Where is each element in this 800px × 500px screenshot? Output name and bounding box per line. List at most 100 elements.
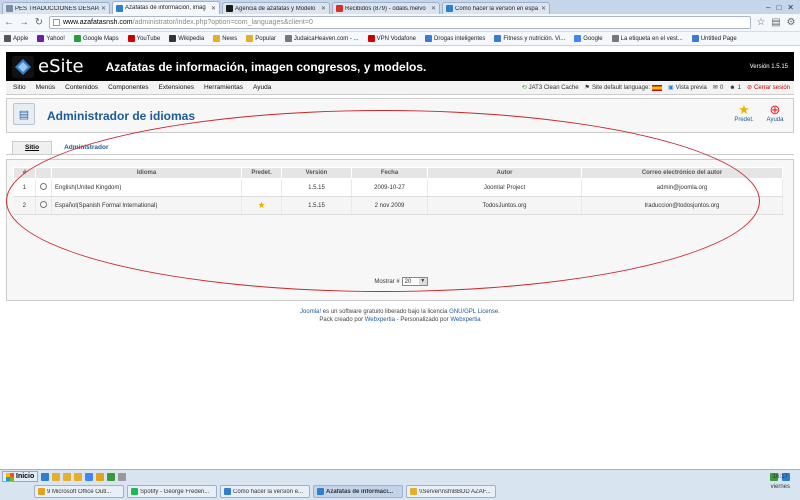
minimize-icon[interactable]: –	[766, 3, 770, 12]
row-version: 1.5.15	[281, 196, 352, 215]
webxpertia-link-2[interactable]: Webxpertia	[450, 317, 480, 323]
start-button[interactable]: Inicio	[2, 471, 39, 482]
joomla-link[interactable]: Joomla!	[300, 309, 321, 315]
help-button[interactable]: ⊕ Ayuda	[762, 102, 788, 123]
footer-text-1: es un software gratuito liberado bajo la…	[321, 309, 450, 315]
task-spotify[interactable]: Spotify - George Frederi...	[127, 485, 217, 498]
close-tab-icon[interactable]: ✕	[541, 5, 546, 12]
default-button[interactable]: ★ Predet.	[731, 102, 757, 123]
row-date: 2009-10-27	[351, 178, 428, 197]
radio-button[interactable]	[40, 201, 47, 208]
preview-link[interactable]: ▣ Vista previa	[668, 84, 707, 92]
outlook-icon[interactable]	[96, 472, 105, 481]
bookmark-judaicaheaven[interactable]: JudaicaHeaven.com - ...	[284, 35, 359, 42]
close-window-icon[interactable]: ✕	[787, 3, 794, 12]
browser-tab[interactable]: PES TRADUCCIONES DESAPA ✕	[2, 2, 110, 14]
maps-icon	[73, 35, 81, 42]
system-clock[interactable]: 16:17 viernes	[771, 472, 790, 492]
browser-tab[interactable]: Cómo hacer la versión en espa ✕	[442, 2, 550, 14]
task-chrome-1[interactable]: Cómo hacer la versión e...	[220, 485, 310, 498]
url-path: /administrator/index.php?option=com_lang…	[132, 19, 313, 26]
close-tab-icon[interactable]: ✕	[101, 5, 106, 12]
bookmark-news[interactable]: News	[213, 35, 237, 42]
page-toolbar: ▤ Administrador de idiomas ★ Predet. ⊕ A…	[6, 98, 794, 133]
menu-sitio[interactable]: Sitio	[10, 84, 33, 91]
row-author: TodosJuntos.org	[427, 196, 582, 215]
wrench-icon[interactable]: ⚙	[786, 17, 796, 28]
row-language: English(United Kingdom)	[51, 178, 242, 197]
maximize-icon[interactable]: □	[776, 3, 781, 12]
col-author[interactable]: Autor	[427, 167, 582, 179]
row-radio[interactable]	[35, 196, 52, 215]
folder-icon[interactable]	[52, 472, 61, 481]
tab-administrador[interactable]: Administrador	[52, 144, 120, 154]
menu-contenidos[interactable]: Contenidos	[62, 84, 105, 91]
site-logo[interactable]: eSite	[12, 55, 84, 78]
bookmark-wikipedia[interactable]: Wikipedia	[169, 35, 204, 42]
browser-tab[interactable]: Agencia de azafatas y Modelo ✕	[222, 2, 330, 14]
limit-select[interactable]: 20 ▼	[401, 277, 428, 286]
col-author-email[interactable]: Correo electrónico del autor	[581, 167, 783, 179]
admin-status-bar: ⟲ JAT3 Clean Cache ⚑ Site default language…	[522, 84, 790, 91]
col-date[interactable]: Fecha	[351, 167, 428, 179]
row-radio[interactable]	[35, 178, 52, 197]
menu-herramientas[interactable]: Herramientas	[201, 84, 250, 91]
address-bar[interactable]: www.azafatasnsh.com/administrator/index.…	[49, 16, 751, 29]
col-language[interactable]: Idioma	[51, 167, 242, 179]
webxpertia-link-1[interactable]: Webxpertia	[365, 317, 395, 323]
bookmark-drogas[interactable]: Drogas inteligentes	[425, 35, 485, 42]
close-tab-icon[interactable]: ✕	[431, 5, 436, 12]
task-folder[interactable]: \\Server\nsh\BBDD AZAF...	[406, 485, 496, 498]
site-language-indicator: ⚑ Site default language:	[585, 84, 662, 91]
bookmark-google[interactable]: Google	[574, 35, 603, 42]
page-menu-icon[interactable]: ▤	[771, 17, 781, 28]
page-icon	[691, 35, 699, 42]
col-version[interactable]: Versión	[281, 167, 352, 179]
menu-ayuda[interactable]: Ayuda	[250, 84, 278, 91]
bookmark-youtube[interactable]: YouTube	[127, 35, 160, 42]
bookmark-untitled[interactable]: Untitled Page	[691, 35, 737, 42]
bookmark-apple[interactable]: Apple	[4, 35, 28, 42]
col-default[interactable]: Predet.	[241, 167, 282, 179]
logout-link[interactable]: ⊘ Cerrar sesión	[747, 84, 790, 92]
close-tab-icon[interactable]: ✕	[321, 5, 326, 12]
bookmark-google-maps[interactable]: Google Maps	[73, 35, 119, 42]
tab-sitio[interactable]: Sitio	[12, 141, 53, 154]
menu-menus[interactable]: Menús	[33, 84, 63, 91]
menu-componentes[interactable]: Componentes	[105, 84, 155, 91]
app-icon[interactable]	[118, 472, 127, 481]
bookmark-popular[interactable]: Popular	[246, 35, 276, 42]
chrome-icon[interactable]	[85, 472, 94, 481]
page-footer: Joomla! es un software gratuito liberado…	[0, 308, 800, 324]
bookmark-fitness[interactable]: Fitness y nutrición. Vi...	[494, 35, 565, 42]
explorer-icon[interactable]	[41, 472, 50, 481]
bookmark-yahoo[interactable]: Yahoo!	[37, 35, 65, 42]
bookmark-vpn-vodafone[interactable]: VPN Vodafone	[367, 35, 416, 42]
task-chrome-2[interactable]: Azafatas de informaci...	[313, 485, 403, 498]
browser-tab[interactable]: Recibidos (879) - odalis.melvo ✕	[332, 2, 440, 14]
radio-button[interactable]	[40, 183, 47, 190]
browser-tab-active[interactable]: Azafatas de información, imag ✕	[112, 1, 220, 14]
close-tab-icon[interactable]: ✕	[211, 5, 216, 12]
admin-menu-bar: Sitio Menús Contenidos Componentes Exten…	[6, 81, 794, 95]
task-outlook[interactable]: 9 Microsoft Office Outl...	[34, 485, 124, 498]
star-bookmark-icon[interactable]: ☆	[756, 17, 766, 28]
folder-icon[interactable]	[63, 472, 72, 481]
license-link[interactable]: GNU/GPL License.	[449, 309, 500, 315]
globe-icon	[284, 35, 292, 42]
folder-icon	[246, 35, 254, 42]
message-icon: ✉	[712, 85, 718, 91]
forward-icon[interactable]: →	[19, 17, 29, 28]
menu-extensiones[interactable]: Extensiones	[156, 84, 201, 91]
globe-icon[interactable]	[107, 472, 116, 481]
languages-table: # Idioma Predet. Versión Fecha Autor Cor…	[13, 167, 783, 215]
back-icon[interactable]: ←	[4, 17, 14, 28]
spotify-icon	[131, 488, 138, 495]
messages-count[interactable]: ✉ 0	[712, 84, 723, 92]
folder-icon[interactable]	[74, 472, 83, 481]
youtube-icon	[127, 35, 135, 42]
reload-icon[interactable]: ↻	[34, 17, 44, 28]
clean-cache-link[interactable]: ⟲ JAT3 Clean Cache	[522, 84, 579, 92]
bookmark-etiqueta[interactable]: La etiqueta en el vest...	[611, 35, 683, 42]
site-header: eSite Azafatas de información, imagen co…	[6, 52, 794, 81]
